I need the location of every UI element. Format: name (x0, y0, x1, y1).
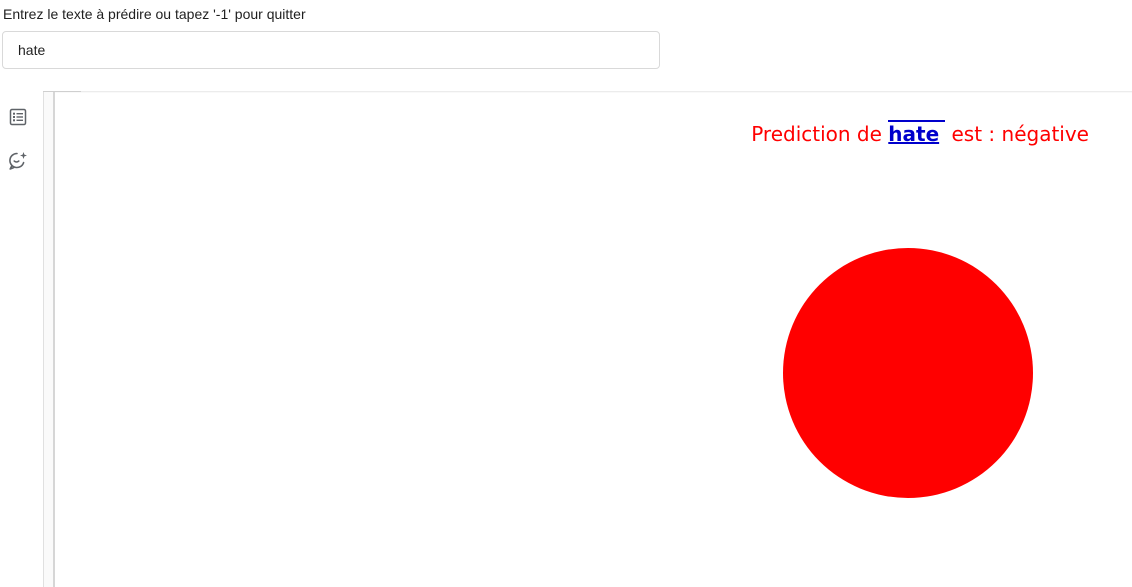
predicted-word-link[interactable]: hate (888, 120, 946, 146)
output-frame: Prediction de hate est : négative (43, 91, 1132, 587)
prediction-prefix: Prediction de (751, 122, 889, 146)
frame-left-border (43, 91, 55, 587)
prediction-suffix: est : négative (945, 122, 1089, 146)
frame-top-border (43, 91, 1132, 93)
frame-corner-line (43, 91, 81, 92)
sentiment-indicator-circle (783, 248, 1033, 498)
ai-chat-icon[interactable] (7, 150, 29, 172)
cell-toolbar (0, 92, 40, 587)
prediction-text-input[interactable] (2, 31, 660, 69)
prompt-label: Entrez le texte à prédire ou tapez '-1' … (3, 6, 306, 22)
prediction-result-text: Prediction de hate est : négative (751, 120, 1089, 146)
list-icon[interactable] (7, 106, 29, 128)
